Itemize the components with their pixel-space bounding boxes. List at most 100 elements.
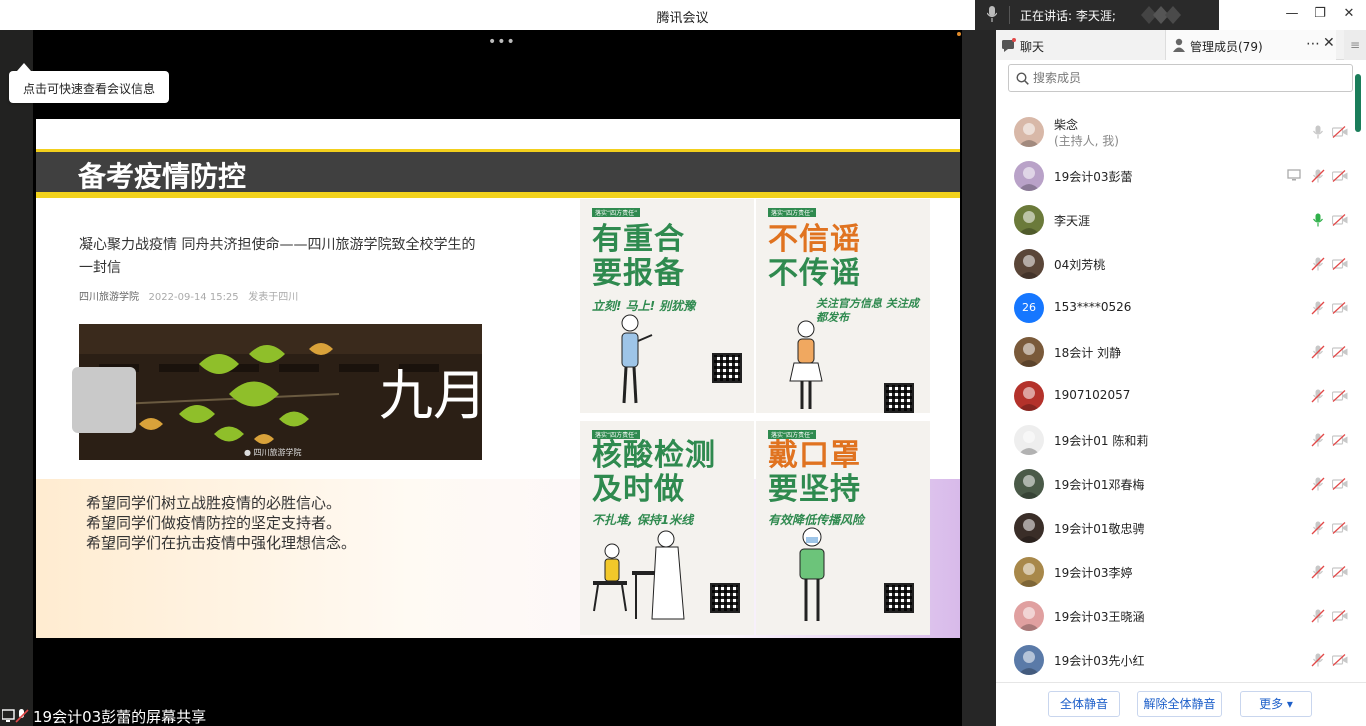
restore-button[interactable]: ❐ bbox=[1312, 6, 1328, 22]
members-panel: 聊天 管理成员(79) ⋯ ✕ ≡ 柴念 (主持人, 我) 19会计03彭蕾李天涯 0… bbox=[996, 30, 1366, 726]
member-row[interactable]: 19会计03先小红 bbox=[996, 638, 1351, 682]
speaking-indicator[interactable]: 正在讲话: 李天涯; bbox=[975, 0, 1219, 30]
member-row[interactable]: 1907102057 bbox=[996, 374, 1351, 418]
member-row[interactable]: 19会计01敬忠骋 bbox=[996, 506, 1351, 550]
search-input[interactable] bbox=[1033, 69, 1333, 87]
panel-footer: 全体静音 解除全体静音 更多 ▾ bbox=[996, 682, 1366, 726]
mic-muted-icon[interactable] bbox=[1311, 345, 1325, 359]
mic-muted-icon[interactable] bbox=[1311, 477, 1325, 491]
mic-muted-icon[interactable] bbox=[1311, 565, 1325, 579]
poster-rumor: 落实“四方责任” 不信谣 不传谣 关注官方信息 关注成都发布 bbox=[756, 199, 930, 413]
mic-muted-icon[interactable] bbox=[1311, 433, 1325, 447]
poster-mask: 落实“四方责任” 戴口罩 要坚持 有效降低传播风险 bbox=[756, 421, 930, 635]
member-search[interactable] bbox=[1008, 64, 1353, 92]
members-scrollbar[interactable] bbox=[1355, 74, 1361, 132]
member-row[interactable]: 04刘芳桃 bbox=[996, 242, 1351, 286]
camera-off-icon[interactable] bbox=[1332, 478, 1348, 490]
member-row[interactable]: 柴念 (主持人, 我) bbox=[996, 110, 1351, 154]
poster-tag: 落实“四方责任” bbox=[592, 208, 641, 217]
mic-muted-icon[interactable] bbox=[1311, 169, 1325, 183]
member-row[interactable]: 19会计03李婷 bbox=[996, 550, 1351, 594]
share-more-button[interactable]: ••• bbox=[488, 34, 516, 50]
camera-off-icon[interactable] bbox=[1332, 390, 1348, 402]
poster-line2: 不传谣 bbox=[768, 256, 861, 291]
article-date: 2022-09-14 15:25 bbox=[148, 292, 239, 303]
close-panel-icon[interactable]: ✕ bbox=[1323, 35, 1335, 51]
member-name: 柴念 bbox=[1054, 118, 1079, 132]
person-icon bbox=[621, 314, 653, 404]
camera-off-icon[interactable] bbox=[1332, 214, 1348, 226]
close-button[interactable]: ✕ bbox=[1341, 6, 1357, 22]
member-name: 19会计03王晓涵 bbox=[1054, 610, 1145, 624]
member-row[interactable]: 李天涯 bbox=[996, 198, 1351, 242]
mic-muted-icon[interactable] bbox=[1311, 301, 1325, 315]
svg-text:● 四川旅游学院: ● 四川旅游学院 bbox=[244, 447, 302, 457]
microphone-icon[interactable] bbox=[1311, 125, 1325, 139]
share-owner-text: 19会计03彭蕾的屏幕共享 bbox=[33, 708, 207, 726]
camera-off-icon[interactable] bbox=[1332, 346, 1348, 358]
mic-muted-icon[interactable] bbox=[1311, 389, 1325, 403]
member-row[interactable]: 19会计01邓春梅 bbox=[996, 462, 1351, 506]
tab-chat[interactable]: 聊天 bbox=[996, 30, 1166, 60]
member-name: 153****0526 bbox=[1054, 300, 1132, 314]
camera-off-icon[interactable] bbox=[1332, 566, 1348, 578]
member-row[interactable]: 19会计01 陈和莉 bbox=[996, 418, 1351, 462]
member-name: 19会计03先小红 bbox=[1054, 654, 1145, 668]
slide-title: 备考疫情防控 bbox=[78, 160, 247, 193]
member-row[interactable]: 26 153****0526 bbox=[996, 286, 1351, 330]
member-name: 19会计01 陈和莉 bbox=[1054, 434, 1149, 448]
meeting-info-tooltip[interactable]: 点击可快速查看会议信息 bbox=[9, 63, 169, 103]
mute-all-button[interactable]: 全体静音 bbox=[1048, 691, 1120, 717]
photo-caption: 九月 bbox=[379, 364, 482, 427]
mic-muted-icon[interactable] bbox=[1311, 609, 1325, 623]
microphone-icon[interactable] bbox=[1311, 213, 1325, 227]
poster-sub: 不扎堆, 保持1米线 bbox=[592, 513, 694, 527]
member-name: 李天涯 bbox=[1054, 214, 1091, 228]
avatar bbox=[1014, 117, 1044, 147]
poster-line1: 核酸检测 bbox=[592, 438, 716, 473]
left-strip bbox=[0, 30, 33, 726]
share-owner-label: 19会计03彭蕾的屏幕共享 bbox=[0, 706, 206, 726]
member-row[interactable]: 19会计03王晓涵 bbox=[996, 594, 1351, 638]
person-icon bbox=[789, 320, 823, 409]
poster-grid: 落实“四方责任” 有重合 要报备 立刻! 马上! 别犹豫 落实“四方责任” 不信… bbox=[580, 199, 930, 635]
member-name: 1907102057 bbox=[1054, 388, 1131, 402]
screen-share-icon bbox=[1287, 169, 1301, 181]
wishes-list: 希望同学们树立战胜疫情的必胜信心。 希望同学们做疫情防控的坚定支持者。 希望同学… bbox=[86, 493, 356, 553]
minimize-button[interactable]: — bbox=[1284, 6, 1300, 22]
member-name: 18会计 刘静 bbox=[1054, 346, 1122, 360]
panel-tabs: 聊天 管理成员(79) ⋯ ✕ ≡ bbox=[996, 30, 1366, 60]
avatar bbox=[1014, 249, 1044, 279]
camera-off-icon[interactable] bbox=[1332, 302, 1348, 314]
share-status-icon bbox=[2, 709, 29, 723]
member-name: 04刘芳桃 bbox=[1054, 258, 1106, 272]
poster-line2: 要坚持 bbox=[768, 472, 861, 507]
chat-icon bbox=[1002, 38, 1016, 52]
camera-off-icon[interactable] bbox=[1332, 654, 1348, 666]
poster-line2: 及时做 bbox=[592, 472, 685, 507]
camera-off-icon[interactable] bbox=[1332, 170, 1348, 182]
more-button[interactable]: 更多 ▾ bbox=[1240, 691, 1312, 717]
avatar: 26 bbox=[1014, 293, 1044, 323]
unmute-all-button[interactable]: 解除全体静音 bbox=[1137, 691, 1222, 717]
member-row[interactable]: 18会计 刘静 bbox=[996, 330, 1351, 374]
mic-muted-icon[interactable] bbox=[1311, 257, 1325, 271]
member-row[interactable]: 19会计03彭蕾 bbox=[996, 154, 1351, 198]
avatar bbox=[1014, 381, 1044, 411]
app-title: 腾讯会议 bbox=[656, 11, 709, 26]
speaking-label: 正在讲话: 李天涯; bbox=[1020, 9, 1116, 23]
camera-off-icon[interactable] bbox=[1332, 434, 1348, 446]
article-photo: 九月 ● 四川旅游学院 bbox=[79, 324, 482, 460]
mic-muted-icon[interactable] bbox=[1311, 653, 1325, 667]
mic-muted-icon[interactable] bbox=[1311, 521, 1325, 535]
camera-off-icon[interactable] bbox=[1332, 610, 1348, 622]
panel-menu-icon[interactable]: ≡ bbox=[1344, 30, 1366, 60]
camera-off-icon[interactable] bbox=[1332, 258, 1348, 270]
qr-code-icon bbox=[884, 583, 914, 613]
camera-off-icon[interactable] bbox=[1332, 126, 1348, 138]
person-icon bbox=[1173, 38, 1185, 52]
avatar bbox=[1014, 601, 1044, 631]
nucleic-test-icon bbox=[593, 530, 685, 620]
camera-off-icon[interactable] bbox=[1332, 522, 1348, 534]
more-options-icon[interactable]: ⋯ bbox=[1306, 36, 1320, 52]
